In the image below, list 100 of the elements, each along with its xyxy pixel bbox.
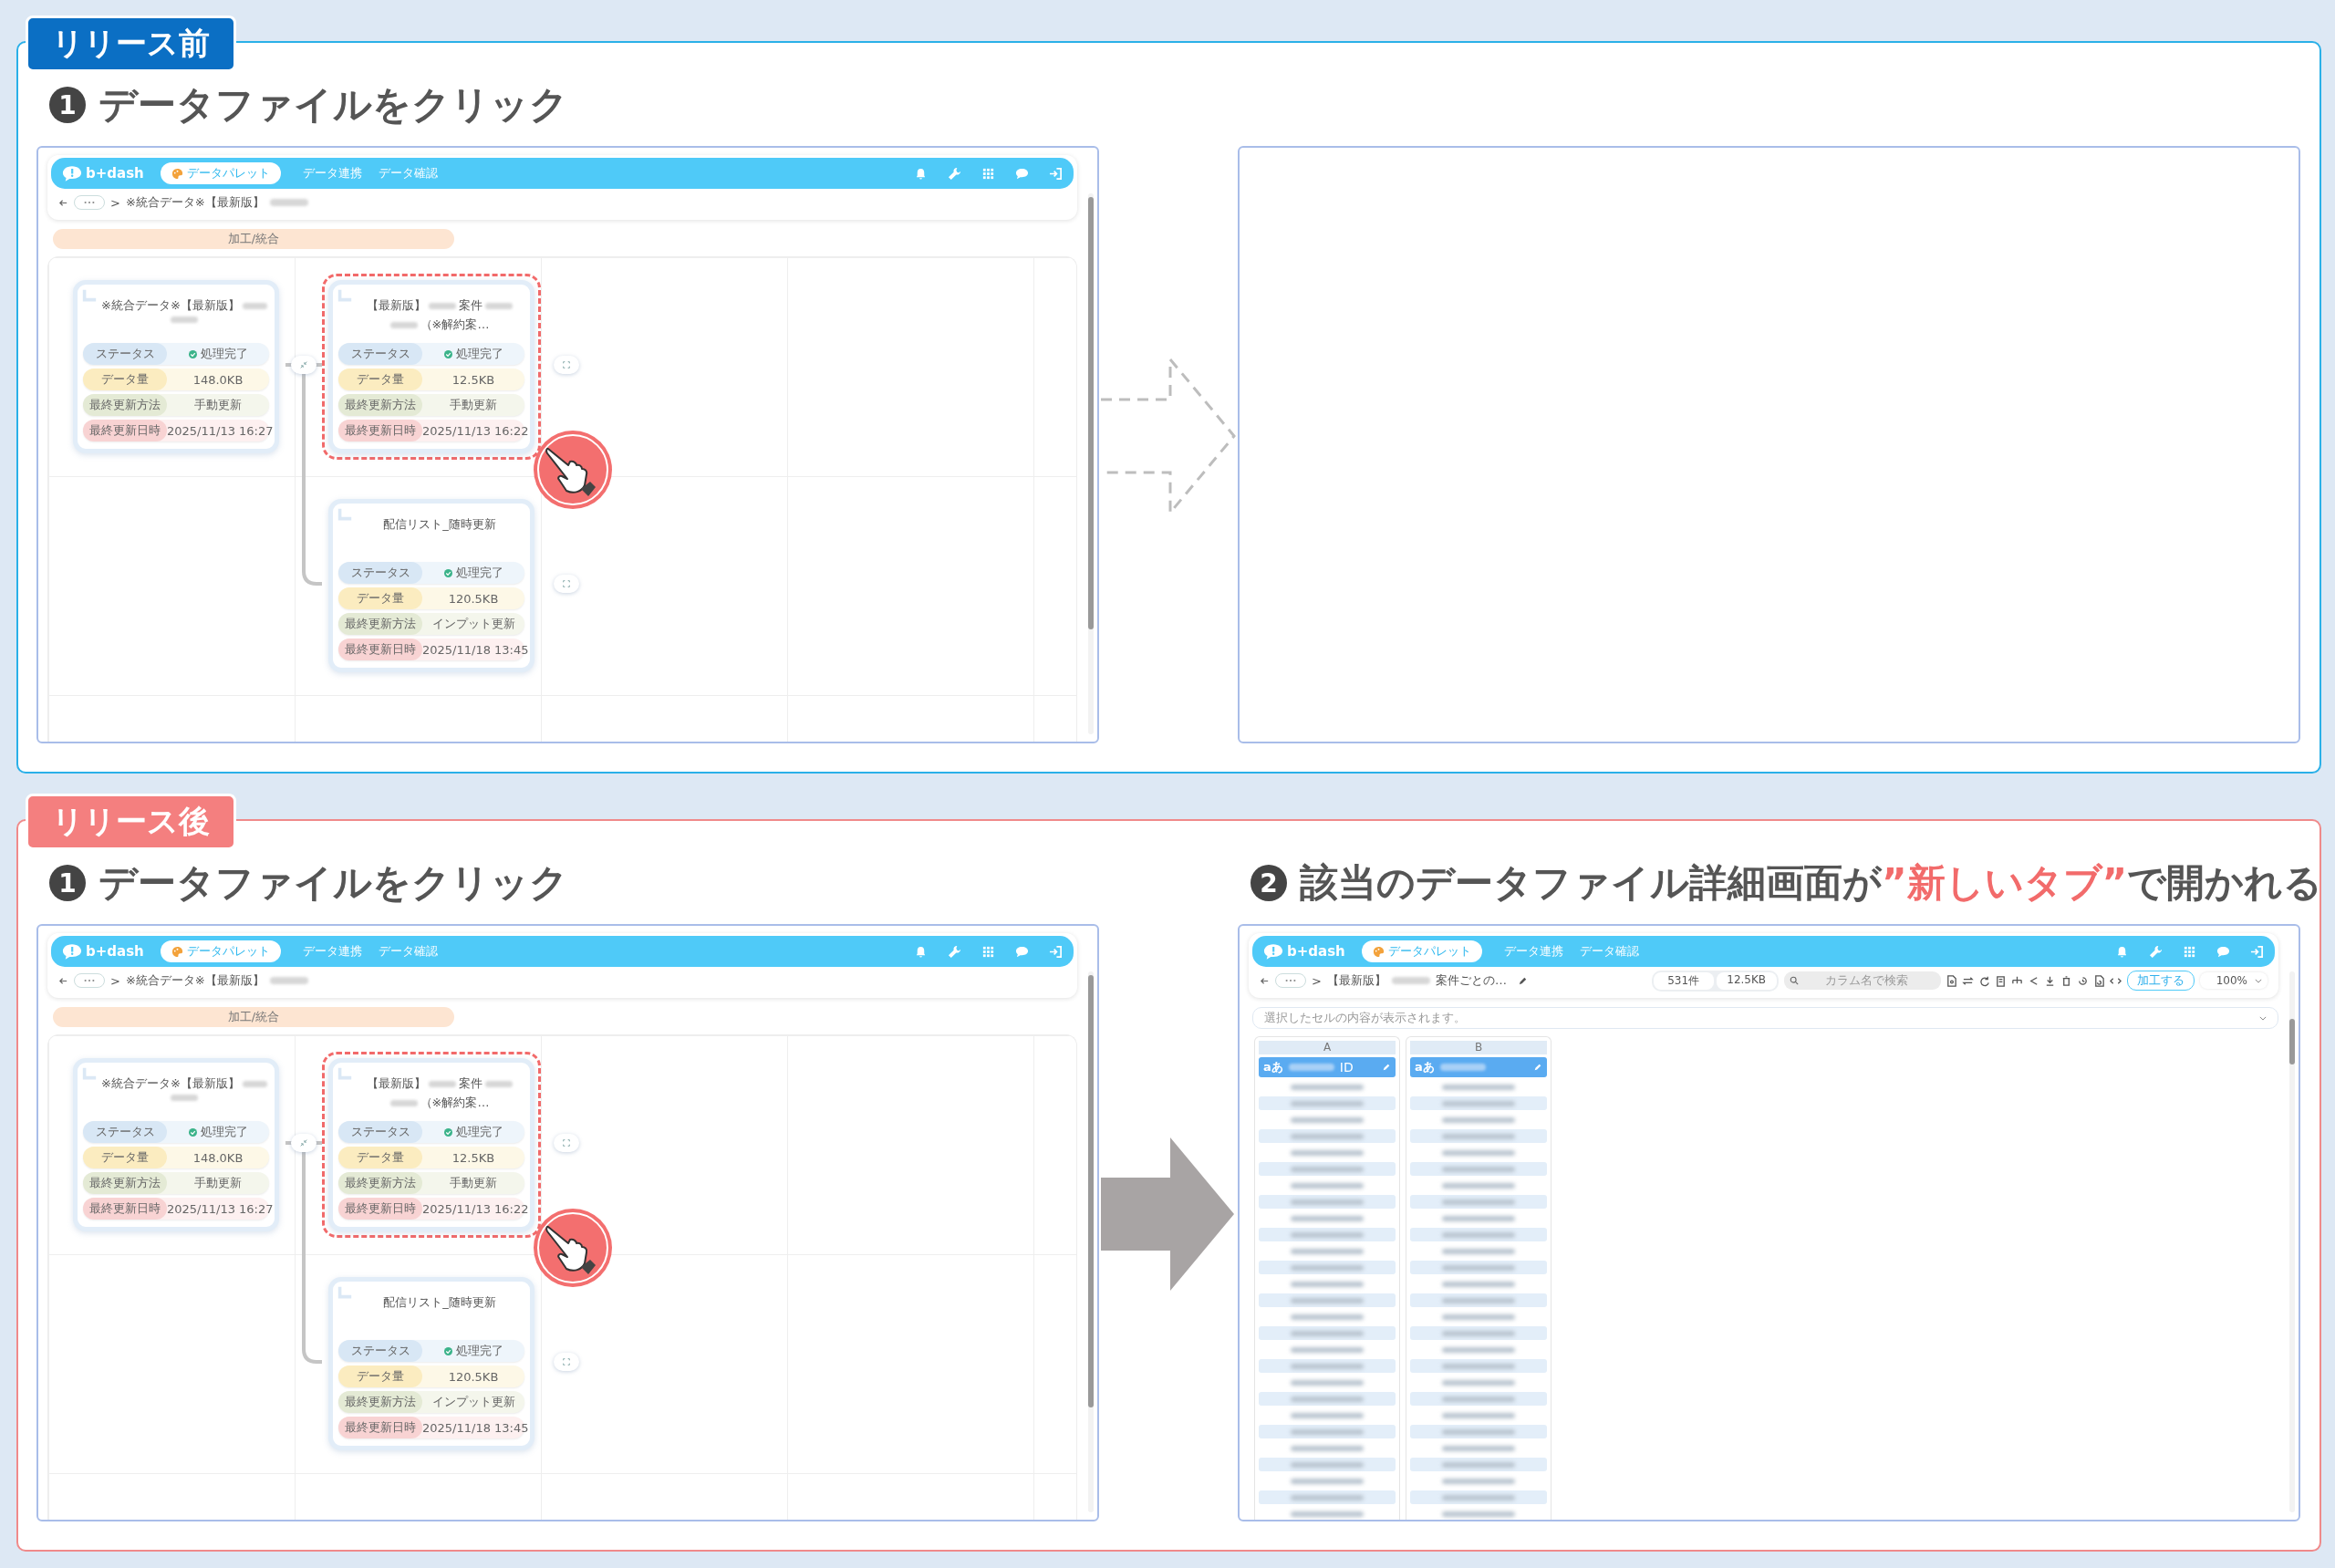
- info-label: 最終更新日時: [338, 1417, 422, 1438]
- process-bar: 加工/統合: [53, 1007, 454, 1027]
- info-label: ステータス: [338, 1121, 422, 1143]
- column-header[interactable]: aあ: [1410, 1057, 1547, 1077]
- nav-link[interactable]: データ確認: [378, 165, 438, 182]
- search-field[interactable]: カラム名で検索: [1783, 971, 1941, 990]
- info-value: 148.0KB: [192, 372, 244, 387]
- app-switch-button[interactable]: データパレット: [160, 940, 281, 962]
- breadcrumb-separator: >: [110, 195, 120, 210]
- info-value: 手動更新: [194, 1175, 242, 1191]
- info-value: 12.5KB: [451, 1150, 495, 1165]
- file-card[interactable]: 【最新版】 案件 （※解約案… ステータス 処理完了 データ量 12.5KB 最終更新方法 手動更新 最終更新日時 2025/11/13 16:22: [322, 1052, 541, 1238]
- card-title-text: ※統合データ※【最新版】: [101, 297, 240, 314]
- info-value: 148.0KB: [192, 1150, 244, 1165]
- info-value: 120.5KB: [448, 1369, 499, 1384]
- zoom-select[interactable]: 100%: [2199, 972, 2268, 989]
- info-label: 最終更新日時: [83, 420, 167, 441]
- info-label: 最終更新方法: [338, 613, 422, 635]
- step-number: 1: [49, 865, 86, 901]
- card-title-text: （※解約案…: [420, 1095, 490, 1111]
- card-title-text: ※統合データ※【最新版】: [101, 1075, 240, 1092]
- info-label: データ量: [83, 1147, 167, 1168]
- logo-text: b+dash: [86, 943, 144, 960]
- breadcrumb-separator: >: [1312, 973, 1322, 988]
- data-type-label: aあ: [1263, 1059, 1283, 1075]
- info-label: 最終更新方法: [83, 1172, 167, 1194]
- info-value: 2025/11/13 16:27: [167, 1201, 274, 1216]
- info-value: 2025/11/18 13:45: [422, 642, 529, 657]
- info-value: 2025/11/13 16:22: [422, 1201, 529, 1216]
- info-label: 最終更新方法: [338, 1391, 422, 1413]
- logo-text: b+dash: [86, 165, 144, 182]
- nav-link[interactable]: データ確認: [1579, 943, 1639, 960]
- info-label: 最終更新方法: [338, 1172, 422, 1194]
- info-label: ステータス: [338, 343, 422, 365]
- info-label: 最終更新方法: [338, 394, 422, 416]
- nav-link[interactable]: データ連携: [302, 165, 362, 182]
- stat-pill: 12.5KB: [1716, 971, 1777, 990]
- breadcrumb-text: ※統合データ※【最新版】: [125, 194, 265, 211]
- info-label: 最終更新日時: [338, 1198, 422, 1220]
- file-card[interactable]: 【最新版】 案件 （※解約案… ステータス 処理完了 データ量 12.5KB 最終更新方法 手動更新 最終更新日時 2025/11/13 16:22: [322, 274, 541, 460]
- column-name: ID: [1339, 1060, 1354, 1075]
- app-switch-button[interactable]: データパレット: [1361, 940, 1482, 962]
- logo-text: b+dash: [1287, 943, 1345, 960]
- info-value: インプット更新: [431, 1394, 515, 1410]
- info-label: 最終更新日時: [338, 639, 422, 660]
- column-letter: B: [1410, 1041, 1547, 1054]
- card-title-text: 案件: [459, 297, 483, 314]
- info-value: 12.5KB: [451, 372, 495, 387]
- info-value: 処理完了: [455, 1343, 503, 1359]
- card-title-text: 配信リスト_随時更新: [383, 516, 496, 533]
- info-label: ステータス: [83, 1121, 167, 1143]
- info-value: 処理完了: [200, 346, 248, 362]
- step-number: 1: [49, 87, 86, 123]
- column-header[interactable]: aあ ID: [1259, 1057, 1396, 1077]
- info-value: インプット更新: [431, 616, 515, 632]
- info-value: 2025/11/13 16:22: [422, 423, 529, 438]
- card-title-text: （※解約案…: [420, 317, 490, 333]
- breadcrumb-text: 【最新版】: [1326, 972, 1386, 989]
- info-value: 2025/11/18 13:45: [422, 1420, 529, 1435]
- breadcrumb-text: 案件ごとの…: [1435, 972, 1507, 989]
- info-value: 120.5KB: [448, 591, 499, 606]
- info-value: 処理完了: [455, 565, 503, 581]
- data-type-label: aあ: [1415, 1059, 1435, 1075]
- info-value: 処理完了: [455, 1124, 503, 1140]
- nav-link[interactable]: データ連携: [302, 943, 362, 960]
- info-label: ステータス: [83, 343, 167, 365]
- card-title-text: 【最新版】: [367, 1075, 426, 1092]
- step-title: 該当のデータファイル詳細画面が”新しいタブ”で開かれる: [1300, 859, 2323, 907]
- info-label: データ量: [338, 1366, 422, 1387]
- info-label: ステータス: [338, 1340, 422, 1362]
- info-label: ステータス: [338, 562, 422, 584]
- process-button[interactable]: 加工する: [2126, 971, 2195, 991]
- info-label: 最終更新日時: [338, 420, 422, 441]
- info-value: 手動更新: [450, 1175, 497, 1191]
- step-title: データファイルをクリック: [99, 81, 568, 129]
- info-value: 処理完了: [200, 1124, 248, 1140]
- section-tag: リリース前: [26, 16, 236, 72]
- card-title-text: 案件: [459, 1075, 483, 1092]
- column-letter: A: [1259, 1041, 1396, 1054]
- info-value: 2025/11/13 16:27: [167, 423, 274, 438]
- breadcrumb-separator: >: [110, 973, 120, 988]
- info-label: データ量: [338, 1147, 422, 1168]
- section-tag: リリース後: [26, 794, 236, 850]
- info-value: 処理完了: [455, 346, 503, 362]
- info-label: 最終更新日時: [83, 1198, 167, 1220]
- nav-link[interactable]: データ連携: [1503, 943, 1563, 960]
- info-label: データ量: [83, 369, 167, 390]
- step-number: 2: [1251, 865, 1287, 901]
- app-switch-button[interactable]: データパレット: [160, 162, 281, 184]
- info-label: データ量: [338, 369, 422, 390]
- process-bar: 加工/統合: [53, 229, 454, 249]
- card-title-text: 配信リスト_随時更新: [383, 1294, 496, 1311]
- stat-pill: 531件: [1653, 971, 1714, 990]
- step-title: データファイルをクリック: [99, 859, 568, 907]
- nav-link[interactable]: データ確認: [378, 943, 438, 960]
- info-label: 最終更新方法: [83, 394, 167, 416]
- cell-content-field[interactable]: 選択したセルの内容が表示されます。: [1252, 1007, 2278, 1029]
- info-value: 手動更新: [450, 397, 497, 413]
- breadcrumb-text: ※統合データ※【最新版】: [125, 972, 265, 989]
- info-value: 手動更新: [194, 397, 242, 413]
